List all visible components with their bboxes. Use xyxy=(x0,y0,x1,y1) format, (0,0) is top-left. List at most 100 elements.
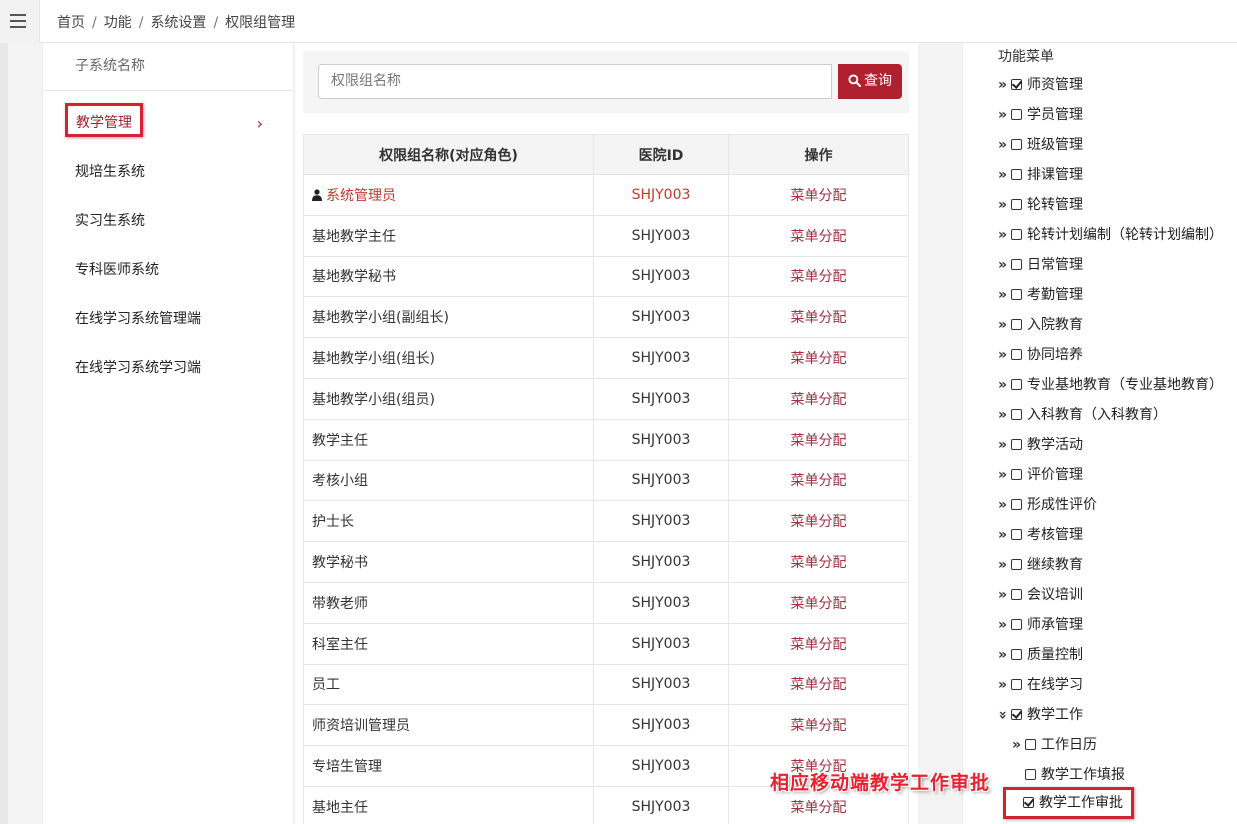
menu-tree-item[interactable]: » 考勤管理 xyxy=(998,285,1083,305)
expand-right-icon[interactable]: » xyxy=(998,135,1011,155)
breadcrumb-function[interactable]: 功能 xyxy=(104,15,132,31)
menu-tree-item[interactable]: » 入院教育 xyxy=(998,315,1083,335)
breadcrumb-system-settings[interactable]: 系统设置 xyxy=(150,15,206,31)
menu-tree-item[interactable]: » 日常管理 xyxy=(998,255,1083,275)
checkbox-icon[interactable] xyxy=(1011,139,1022,150)
menu-tree-item[interactable]: » 考核管理 xyxy=(998,525,1083,545)
expand-right-icon[interactable]: » xyxy=(998,315,1011,335)
checkbox-icon[interactable] xyxy=(1011,259,1022,270)
menu-assign-link[interactable]: 菜单分配 xyxy=(728,663,909,706)
menu-assign-link[interactable]: 菜单分配 xyxy=(728,500,909,543)
expand-right-icon[interactable]: » xyxy=(998,345,1011,365)
menu-tree-item[interactable]: » 师资管理 xyxy=(998,75,1083,95)
menu-tree-item[interactable]: » 继续教育 xyxy=(998,555,1083,575)
checkbox-icon[interactable] xyxy=(1025,769,1036,780)
menu-tree-item[interactable]: » 班级管理 xyxy=(998,135,1083,155)
search-input[interactable]: 权限组名称 xyxy=(318,64,832,99)
search-button[interactable]: 查询 xyxy=(838,64,902,99)
checkbox-icon[interactable] xyxy=(1011,709,1022,720)
menu-assign-link[interactable]: 菜单分配 xyxy=(728,418,909,461)
menu-assign-link[interactable]: 菜单分配 xyxy=(728,337,909,379)
checkbox-icon[interactable] xyxy=(1011,469,1022,480)
menu-assign-link[interactable]: 菜单分配 xyxy=(728,174,909,216)
expand-right-icon[interactable]: » xyxy=(998,255,1011,275)
checkbox-icon[interactable] xyxy=(1011,319,1022,330)
checkbox-icon[interactable] xyxy=(1011,649,1022,660)
checkbox-icon[interactable] xyxy=(1025,739,1036,750)
checkbox-icon[interactable] xyxy=(1011,169,1022,180)
checkbox-icon[interactable] xyxy=(1011,379,1022,390)
checkbox-icon[interactable] xyxy=(1011,499,1022,510)
menu-assign-link[interactable]: 菜单分配 xyxy=(728,581,909,624)
menu-tree-item[interactable]: » 工作日历 xyxy=(1012,735,1097,755)
menu-tree-item[interactable]: » 会议培训 xyxy=(998,585,1083,605)
menu-tree-item[interactable]: » 排课管理 xyxy=(998,165,1083,185)
subsystem-item-teaching[interactable]: 教学管理 › xyxy=(43,99,293,148)
menu-tree-item[interactable]: » 在线学习 xyxy=(998,675,1083,695)
expand-right-icon[interactable]: » xyxy=(998,225,1011,245)
menu-tree-item[interactable]: » 形成性评价 xyxy=(998,495,1097,515)
menu-tree-item[interactable]: » 轮转计划编制（轮转计划编制） xyxy=(998,225,1223,245)
subsystem-item-intern[interactable]: 实习生系统 xyxy=(43,197,293,246)
checkbox-icon[interactable] xyxy=(1011,679,1022,690)
checkbox-icon[interactable] xyxy=(1011,199,1022,210)
subsystem-item-online-admin[interactable]: 在线学习系统管理端 xyxy=(43,295,293,344)
menu-assign-link[interactable]: 菜单分配 xyxy=(728,377,909,420)
checkbox-icon[interactable] xyxy=(1011,109,1022,120)
expand-right-icon[interactable]: » xyxy=(998,75,1011,95)
expand-right-icon[interactable]: » xyxy=(998,165,1011,185)
expand-right-icon[interactable]: » xyxy=(998,405,1011,425)
checkbox-icon[interactable] xyxy=(1011,289,1022,300)
expand-right-icon[interactable]: » xyxy=(998,105,1011,125)
checkbox-icon[interactable] xyxy=(1011,349,1022,360)
expand-right-icon[interactable]: » xyxy=(998,495,1011,515)
menu-assign-link[interactable]: 菜单分配 xyxy=(728,704,909,747)
expand-right-icon[interactable]: » xyxy=(998,645,1011,665)
expand-right-icon[interactable]: » xyxy=(998,465,1011,485)
checkbox-icon[interactable] xyxy=(1011,619,1022,630)
expand-right-icon[interactable]: » xyxy=(998,615,1011,635)
subsystem-item-online-learner[interactable]: 在线学习系统学习端 xyxy=(43,344,293,393)
menu-assign-link[interactable]: 菜单分配 xyxy=(728,459,909,502)
menu-tree-item[interactable]: » 评价管理 xyxy=(998,465,1083,485)
menu-tree-item[interactable]: » 协同培养 xyxy=(998,345,1083,365)
expand-down-icon[interactable]: » xyxy=(995,705,1011,725)
checkbox-icon[interactable] xyxy=(1011,529,1022,540)
subsystem-item-resident[interactable]: 规培生系统 xyxy=(43,148,293,197)
expand-right-icon[interactable]: » xyxy=(998,675,1011,695)
expand-right-icon[interactable]: » xyxy=(998,525,1011,545)
menu-tree-item[interactable]: » 入科教育（入科教育） xyxy=(998,405,1167,425)
checkbox-icon[interactable] xyxy=(1011,589,1022,600)
expand-right-icon[interactable]: » xyxy=(998,555,1011,575)
checkbox-icon[interactable] xyxy=(1011,409,1022,420)
checkbox-icon[interactable] xyxy=(1011,229,1022,240)
menu-tree-item[interactable]: » 专业基地教育（专业基地教育） xyxy=(998,375,1223,395)
group-name-cell[interactable]: 系统管理员 xyxy=(303,174,594,216)
menu-tree-item[interactable]: » 教学活动 xyxy=(998,435,1083,455)
menu-assign-link[interactable]: 菜单分配 xyxy=(728,214,909,257)
expand-right-icon[interactable]: » xyxy=(998,195,1011,215)
menu-tree-item[interactable]: » 轮转管理 xyxy=(998,195,1083,215)
expand-right-icon[interactable]: » xyxy=(998,435,1011,455)
checkbox-icon[interactable] xyxy=(1011,439,1022,450)
menu-tree-item[interactable]: » 师承管理 xyxy=(998,615,1083,635)
expand-right-icon[interactable]: » xyxy=(1012,735,1025,755)
expand-right-icon[interactable]: » xyxy=(998,585,1011,605)
subsystem-item-specialist[interactable]: 专科医师系统 xyxy=(43,246,293,295)
breadcrumb-home[interactable]: 首页 xyxy=(57,15,85,31)
expand-right-icon[interactable]: » xyxy=(998,285,1011,305)
checkbox-icon[interactable] xyxy=(1023,797,1034,808)
menu-tree-item[interactable]: » 教学工作 xyxy=(995,705,1083,725)
menu-assign-link[interactable]: 菜单分配 xyxy=(728,296,909,339)
checkbox-icon[interactable] xyxy=(1011,559,1022,570)
menu-assign-link[interactable]: 菜单分配 xyxy=(728,255,909,298)
menu-toggle-icon[interactable] xyxy=(0,0,40,43)
menu-assign-link[interactable]: 菜单分配 xyxy=(728,622,909,665)
menu-assign-link[interactable]: 菜单分配 xyxy=(728,541,909,583)
menu-tree-item[interactable]: » 学员管理 xyxy=(998,105,1083,125)
expand-right-icon[interactable]: » xyxy=(998,375,1011,395)
menu-tree-item[interactable]: 教学工作审批 xyxy=(1003,787,1134,819)
menu-tree-item[interactable]: 教学工作填报 xyxy=(1012,765,1125,785)
menu-tree-item[interactable]: » 质量控制 xyxy=(998,645,1083,665)
checkbox-icon[interactable] xyxy=(1011,79,1022,90)
